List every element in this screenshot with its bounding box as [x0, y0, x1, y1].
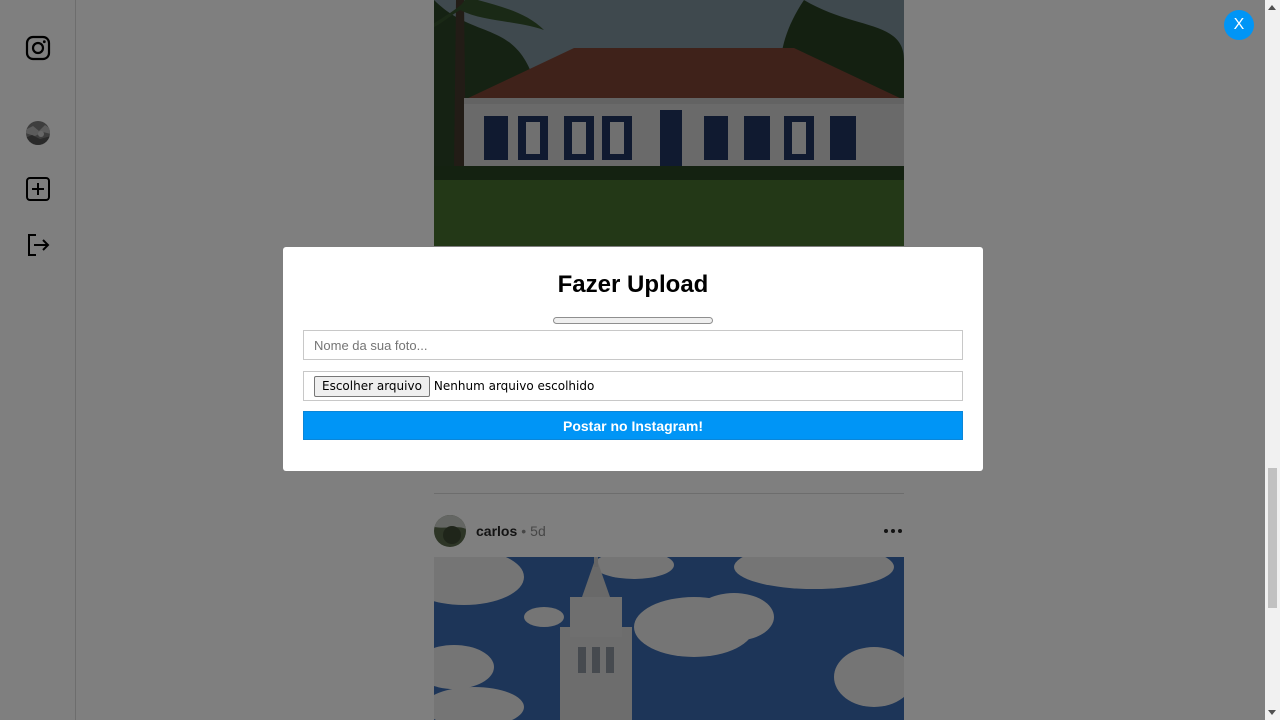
- file-input[interactable]: Escolher arquivo Nenhum arquivo escolhid…: [303, 371, 963, 401]
- scroll-down-arrow-icon[interactable]: [1268, 710, 1276, 715]
- choose-file-button[interactable]: Escolher arquivo: [314, 375, 430, 397]
- page-scrollbar[interactable]: [1265, 0, 1280, 720]
- post-to-instagram-button[interactable]: Postar no Instagram!: [303, 411, 963, 440]
- file-status-text: Nenhum arquivo escolhido: [433, 379, 595, 393]
- photo-name-input[interactable]: [303, 330, 963, 360]
- close-modal-button[interactable]: X: [1224, 10, 1254, 40]
- upload-modal: Fazer Upload Escolher arquivo Nenhum arq…: [283, 247, 983, 471]
- scroll-up-arrow-icon[interactable]: [1268, 5, 1276, 10]
- scrollbar-thumb[interactable]: [1268, 468, 1277, 608]
- upload-progress-bar: [553, 317, 713, 324]
- modal-title: Fazer Upload: [557, 271, 709, 298]
